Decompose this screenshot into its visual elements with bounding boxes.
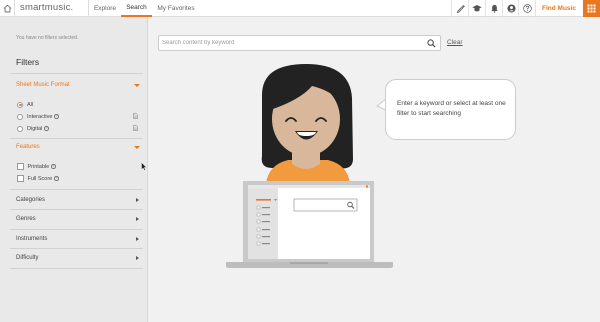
empty-state-illustration [226, 64, 393, 268]
search-hint-text: Enter a keyword or select at least one f… [397, 100, 506, 117]
search-hint-bubble: Enter a keyword or select at least one f… [385, 79, 516, 140]
